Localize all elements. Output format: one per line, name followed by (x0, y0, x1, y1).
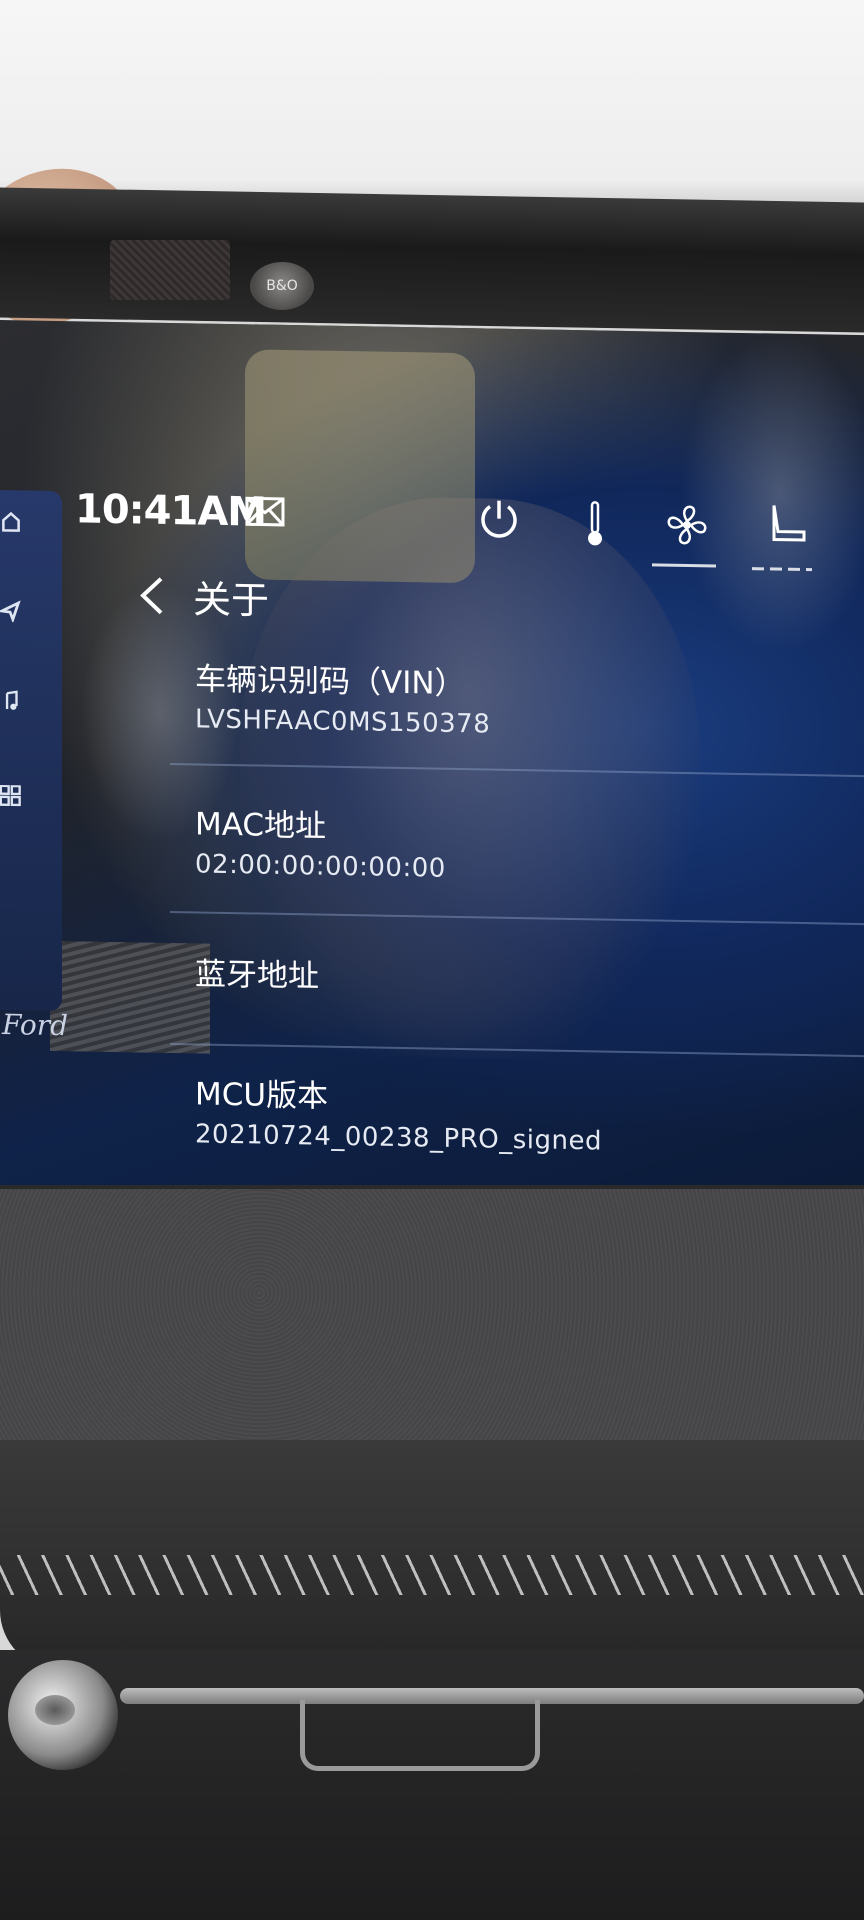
mail-icon[interactable] (245, 496, 285, 527)
mac-value: 02:00:00:00:00:00 (195, 849, 446, 884)
speaker-grille (110, 240, 230, 300)
dashboard-stitching (0, 1555, 864, 1595)
music-icon[interactable] (0, 690, 22, 712)
page-title: 关于 (193, 577, 270, 623)
seat-icon[interactable] (768, 501, 808, 546)
bluetooth-value (195, 999, 319, 1001)
vin-value: LVSHFAAC0MS150378 (195, 704, 491, 740)
power-icon[interactable] (478, 496, 520, 543)
photo-scene: B&O Ford 10:41AM 关于 车辆识别码（VIN） LVSHFAAC0… (0, 0, 864, 1920)
mcu-value: 20210724_00238_PRO_signed (195, 1119, 603, 1157)
vin-item[interactable]: 车辆识别码（VIN） LVSHFAAC0MS150378 (195, 653, 490, 739)
thermometer-icon[interactable] (585, 498, 605, 548)
infotainment-screen: Ford 10:41AM 关于 车辆识别码（VIN） LVSHFAAC0MS15… (0, 320, 864, 1216)
reflection-laptop (50, 940, 210, 1054)
vin-label: 车辆识别码（VIN） (195, 661, 466, 703)
mac-item[interactable]: MAC地址 02:00:00:00:00:00 (195, 798, 446, 883)
fan-indicator (652, 563, 716, 568)
back-chevron-icon[interactable] (135, 574, 169, 617)
ford-logo: Ford (2, 1008, 69, 1043)
fan-icon[interactable] (662, 500, 712, 551)
home-icon[interactable] (0, 510, 22, 532)
navigation-icon[interactable] (0, 600, 22, 623)
reflection-person (680, 331, 864, 656)
status-time: 10:41AM (75, 486, 267, 536)
mcu-item[interactable]: MCU版本 20210724_00238_PRO_signed (195, 1068, 602, 1156)
header-row: 关于 (135, 567, 269, 624)
mcu-label: MCU版本 (195, 1076, 329, 1115)
left-sidebar (0, 490, 62, 1012)
knob-center (35, 1695, 75, 1725)
bo-logo: B&O (250, 262, 314, 310)
apps-grid-icon[interactable] (0, 785, 22, 807)
air-vent-handle[interactable] (300, 1700, 540, 1771)
dashboard-top (0, 1185, 864, 1449)
mac-label: MAC地址 (195, 806, 327, 845)
bluetooth-label: 蓝牙地址 (195, 956, 319, 995)
bluetooth-item[interactable]: 蓝牙地址 (195, 948, 319, 1001)
